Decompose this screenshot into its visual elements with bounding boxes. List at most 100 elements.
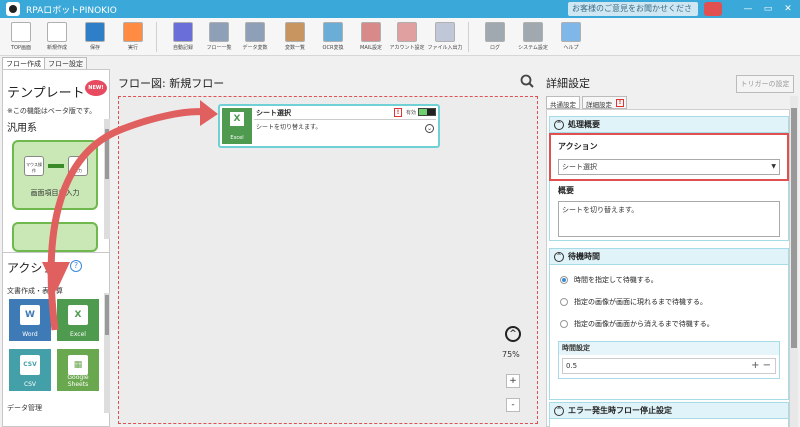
action-tile-csv[interactable]: CSV CSV (9, 349, 51, 391)
scroll-up-icon[interactable]: ^ (505, 326, 521, 342)
tab-flow-create[interactable]: フロー作成 (2, 57, 45, 69)
chevron-up-icon[interactable]: ^ (554, 119, 564, 130)
tab-flow-settings[interactable]: フロー設定 (44, 57, 87, 69)
zoom-out-button[interactable]: - (506, 398, 520, 412)
tab-common-settings[interactable]: 共通設定 (546, 96, 580, 109)
excel-icon: X (68, 305, 88, 325)
mail-icon (361, 22, 381, 42)
chevron-up-icon[interactable]: ^ (554, 251, 564, 262)
enabled-toggle[interactable] (418, 108, 436, 116)
tab-detail-settings[interactable]: 詳細設定 ! (582, 96, 627, 109)
summary-textarea[interactable]: シートを切り替えます。 (558, 201, 780, 237)
keyboard-box: 入力 (68, 156, 88, 176)
flow-title: フロー図: 新規フロー (118, 77, 225, 90)
close-button[interactable]: ✕ (780, 2, 796, 16)
time-input[interactable]: 0.5 + − (562, 358, 776, 374)
radio-image-appear-label: 指定の画像が画面に現れるまで待機する。 (574, 298, 707, 306)
toolbar-label: 自動記録 (172, 45, 193, 51)
section-error-label: エラー発生時フロー停止設定 (568, 406, 672, 415)
toolbar-button-8[interactable]: OCR変換 (316, 20, 350, 54)
toolbar-label: アカウント設定 (389, 45, 425, 51)
radio-image-disappear-label: 指定の画像が画面から消えるまで待機する。 (574, 320, 714, 328)
list-icon (209, 22, 229, 42)
warning-icon: ! (616, 99, 624, 107)
toolbar-button-14[interactable]: ヘルプ (554, 20, 588, 54)
toolbar-button-1[interactable]: 新規作成 (40, 20, 74, 54)
zoom-level: 75% (502, 350, 520, 359)
radio-image-disappear[interactable] (560, 320, 568, 328)
csv-icon: CSV (20, 355, 40, 375)
home-icon (11, 22, 31, 42)
right-arrow-icon (48, 164, 64, 168)
toolbar-button-5[interactable]: フロー一覧 (202, 20, 236, 54)
toolbar-button-4[interactable]: 自動記録 (166, 20, 200, 54)
new-file-icon (47, 22, 67, 42)
gear-icon (523, 22, 543, 42)
toolbar-button-2[interactable]: 保存 (78, 20, 112, 54)
section-error: ^ エラー発生時フロー停止設定 (549, 402, 789, 427)
section-overview-label: 処理概要 (568, 120, 600, 129)
template-scrollbar[interactable] (104, 119, 110, 239)
action-tile-word[interactable]: W Word (9, 299, 51, 341)
toolbar-label: 変数一覧 (284, 45, 305, 51)
sheets-icon: ▦ (68, 355, 88, 375)
category-general: 汎用系 (7, 123, 37, 134)
toolbar-label: 保存 (89, 45, 100, 51)
toolbar-label: フロー一覧 (206, 45, 232, 51)
save-icon (85, 22, 105, 42)
toolbar-button-7[interactable]: 変数一覧 (278, 20, 312, 54)
details-scrollbar[interactable] (790, 96, 798, 427)
toolbar-label: ファイル入出力 (427, 45, 463, 51)
toolbar-label: データ変数 (242, 45, 268, 51)
help-icon (561, 22, 581, 42)
toolbar-label: MAIL設定 (360, 45, 382, 51)
left-tabs: フロー作成 フロー設定 (0, 56, 112, 69)
warning-icon: ! (394, 108, 402, 117)
thumbs-up-icon[interactable] (704, 2, 722, 16)
toolbar-label: TOP画面 (10, 45, 31, 51)
template-card-input[interactable]: マウス操作 入力 画面項目に入力 (12, 140, 98, 210)
toolbar-label: 新規作成 (46, 45, 67, 51)
chevron-down-icon[interactable]: ⌄ (425, 124, 434, 133)
action-panel: アクション ? 文書作成・表計算 W Word X Excel CSV CSV … (2, 252, 110, 427)
details-title: 詳細設定 (546, 77, 590, 90)
account-icon (397, 22, 417, 42)
node-name: シート選択 (256, 109, 291, 117)
trigger-settings-button[interactable]: トリガーの設定 (736, 75, 794, 93)
radio-image-appear[interactable] (560, 298, 568, 306)
toolbar-label: ヘルプ (563, 45, 579, 51)
restore-button[interactable]: ▭ (760, 2, 776, 16)
summary-label: 概要 (558, 186, 574, 195)
action-scrollbar[interactable] (104, 293, 110, 413)
app-logo-icon (6, 2, 20, 16)
word-icon: W (20, 305, 40, 325)
zoom-in-button[interactable]: + (506, 374, 520, 388)
flow-node-sheet-select[interactable]: X Excel シート選択 ! 有効 シートを切り替えます。 ⌄ (218, 104, 440, 148)
template-card-2[interactable] (12, 222, 98, 252)
toolbar-button-3[interactable]: 実行 (116, 20, 150, 54)
toolbar-label: 実行 (127, 45, 138, 51)
chevron-up-icon[interactable]: ^ (554, 405, 564, 416)
toolbar-button-9[interactable]: MAIL設定 (354, 20, 388, 54)
feedback-field[interactable]: お客様のご意見をお聞かせください (568, 2, 698, 27)
toolbar-button-11[interactable]: ファイル入出力 (427, 20, 463, 54)
toolbar-button-6[interactable]: データ変数 (238, 20, 272, 54)
action-tile-excel[interactable]: X Excel (57, 299, 99, 341)
time-setting-label: 時間設定 (559, 342, 779, 355)
enabled-label: 有効 (406, 110, 417, 116)
search-icon[interactable] (520, 74, 534, 88)
record-icon (173, 22, 193, 42)
toolbar-button-13[interactable]: システム設定 (516, 20, 550, 54)
radio-time[interactable] (560, 276, 568, 284)
toolbar-button-12[interactable]: ログ (478, 20, 512, 54)
database-icon (245, 22, 265, 42)
new-badge: NEW! (85, 80, 107, 96)
action-help-icon[interactable]: ? (70, 260, 82, 272)
minimize-button[interactable]: — (740, 2, 756, 16)
app-title: RPAロボットPINOKIO (26, 5, 117, 16)
action-tile-google-sheets[interactable]: ▦ Google Sheets (57, 349, 99, 391)
stepper-icon[interactable]: + − (751, 359, 771, 373)
download-icon (435, 22, 455, 42)
toolbar-button-0[interactable]: TOP画面 (4, 20, 38, 54)
toolbar-button-10[interactable]: アカウント設定 (389, 20, 425, 54)
